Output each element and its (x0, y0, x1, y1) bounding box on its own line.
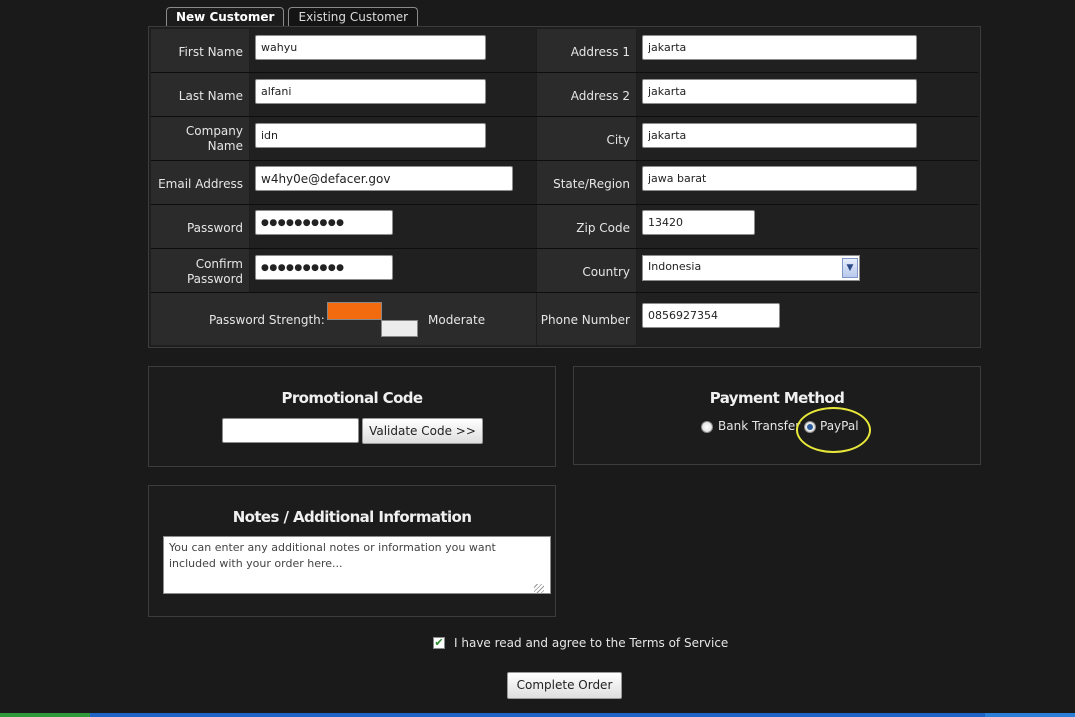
checkout-page: New Customer Existing Customer First Nam… (0, 0, 1075, 717)
value-cell (637, 117, 978, 160)
value-cell (637, 73, 978, 116)
label-cell: Email Address (151, 161, 249, 204)
country-label: Country (582, 265, 630, 279)
value-cell: Indonesia ▼ (637, 249, 978, 292)
label-cell: Phone Number (537, 293, 636, 345)
validate-code-button[interactable]: Validate Code >> (362, 418, 483, 444)
value-cell (250, 249, 536, 292)
address1-label: Address 1 (570, 45, 630, 59)
state-input[interactable] (642, 166, 917, 191)
label-cell: Address 2 (537, 73, 636, 116)
address2-label: Address 2 (570, 89, 630, 103)
label-cell: Last Name (151, 73, 249, 116)
first-name-label: First Name (178, 45, 243, 59)
tab-new-customer[interactable]: New Customer (166, 7, 285, 27)
country-select[interactable]: Indonesia ▼ (642, 255, 860, 281)
country-selected-value: Indonesia (648, 260, 702, 273)
form-row: Confirm Password Country Indonesia ▼ (151, 249, 978, 293)
notes-title: Notes / Additional Information (232, 508, 472, 526)
password-strength-cell: Password Strength: Moderate (151, 293, 536, 345)
label-cell: State/Region (537, 161, 636, 204)
value-cell (637, 29, 978, 72)
last-name-input[interactable] (255, 79, 486, 104)
label-cell: Zip Code (537, 205, 636, 248)
value-cell (637, 205, 978, 248)
label-cell: City (537, 117, 636, 160)
strength-meter-empty (381, 320, 418, 337)
notes-textarea[interactable] (163, 536, 551, 594)
state-label: State/Region (553, 177, 630, 191)
resize-grip-icon[interactable] (534, 584, 544, 594)
promo-code-input[interactable] (222, 418, 359, 443)
bank-transfer-label[interactable]: Bank Transfer (718, 419, 800, 433)
label-cell: First Name (151, 29, 249, 72)
company-name-input[interactable] (255, 123, 486, 148)
promo-code-panel: Promotional Code Validate Code >> (148, 366, 556, 467)
phone-label: Phone Number (540, 313, 630, 327)
label-cell: Address 1 (537, 29, 636, 72)
label-cell: Confirm Password (151, 249, 249, 292)
form-row: Password Strength: Moderate Phone Number (151, 293, 978, 345)
email-label: Email Address (158, 177, 243, 191)
value-cell (250, 73, 536, 116)
bank-transfer-radio[interactable] (701, 421, 713, 433)
taskbar-strip (0, 713, 1075, 717)
paypal-highlight-circle (796, 407, 871, 453)
form-row: First Name Address 1 (151, 29, 978, 73)
customer-details-form: First Name Address 1 Last Name Address 2 (148, 26, 981, 348)
chevron-down-icon[interactable]: ▼ (842, 258, 858, 278)
form-row: Email Address State/Region (151, 161, 978, 205)
value-cell (637, 293, 978, 345)
customer-tabs: New Customer Existing Customer (166, 7, 419, 27)
first-name-input[interactable] (255, 35, 486, 60)
company-label-line2: Name (207, 139, 243, 153)
address1-input[interactable] (642, 35, 917, 60)
form-row: Company Name City (151, 117, 978, 161)
password-strength-level: Moderate (428, 313, 486, 327)
complete-order-button[interactable]: Complete Order (507, 672, 622, 699)
label-cell: Company Name (151, 117, 249, 160)
address2-input[interactable] (642, 79, 917, 104)
email-input[interactable] (255, 166, 513, 191)
city-label: City (606, 133, 630, 147)
promo-title: Promotional Code (281, 389, 423, 407)
strength-meter-fill (327, 302, 382, 320)
terms-label[interactable]: I have read and agree to the Terms of Se… (454, 636, 728, 650)
value-cell (250, 161, 536, 204)
value-cell (250, 29, 536, 72)
company-label-line1: Company (185, 124, 243, 138)
payment-title: Payment Method (709, 389, 845, 407)
notes-panel: Notes / Additional Information (148, 485, 556, 617)
value-cell (250, 117, 536, 160)
label-cell: Country (537, 249, 636, 292)
terms-checkbox[interactable]: ✔ (433, 637, 445, 649)
confirm-password-input[interactable] (255, 255, 393, 280)
value-cell (637, 161, 978, 204)
password-strength-label: Password Strength: (209, 313, 325, 327)
label-cell: Password (151, 205, 249, 248)
zip-input[interactable] (642, 210, 755, 235)
company-name-label: Company Name (186, 124, 243, 154)
zip-label: Zip Code (576, 221, 630, 235)
tab-existing-customer[interactable]: Existing Customer (288, 7, 419, 27)
value-cell (250, 205, 536, 248)
confirm-password-label: Confirm Password (187, 257, 243, 287)
phone-input[interactable] (642, 303, 780, 328)
password-label: Password (186, 221, 243, 235)
city-input[interactable] (642, 123, 917, 148)
form-row: Password Zip Code (151, 205, 978, 249)
form-row: Last Name Address 2 (151, 73, 978, 117)
password-input[interactable] (255, 210, 393, 235)
confirm-label-line1: Confirm (195, 257, 243, 271)
last-name-label: Last Name (178, 89, 243, 103)
payment-method-panel: Payment Method Bank Transfer PayPal (573, 366, 981, 465)
confirm-label-line2: Password (186, 272, 243, 286)
